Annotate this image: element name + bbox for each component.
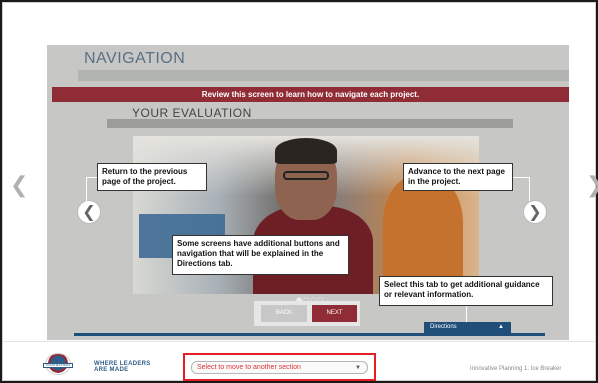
callout-leader-line	[529, 177, 530, 201]
slide-previous-button[interactable]: ❮	[77, 200, 101, 224]
callout-directions-info: Some screens have additional buttons and…	[172, 235, 349, 275]
course-label: Innovative Planning 1: Ice Breaker	[470, 366, 562, 372]
section-divider	[107, 119, 513, 128]
back-button[interactable]: BACK	[261, 305, 307, 322]
callout-previous: Return to the previous page of the proje…	[97, 163, 207, 191]
directions-tab-label: Directions	[430, 324, 457, 330]
callout-leader-line	[513, 177, 529, 178]
tagline-line-2: ARE MADE	[94, 367, 129, 373]
section-select-highlight: Select to move to another section ▼	[183, 353, 376, 381]
photo-person-hair	[275, 138, 337, 164]
instruction-banner: Review this screen to learn how to navig…	[52, 87, 569, 102]
section-select-value: Select to move to another section	[197, 364, 301, 371]
slide-next-button[interactable]: ❯	[523, 200, 547, 224]
callout-tab-info: Select this tab to get additional guidan…	[379, 276, 553, 306]
caret-up-icon: ▲	[498, 324, 504, 330]
outer-next-arrow-icon[interactable]: ❯	[586, 173, 598, 198]
chevron-down-icon: ▼	[355, 365, 361, 371]
title-divider	[78, 70, 569, 81]
outer-previous-arrow-icon[interactable]: ❮	[10, 173, 28, 198]
section-title: YOUR EVALUATION	[132, 106, 252, 120]
photo-person-glasses	[283, 171, 329, 180]
page-title: NAVIGATION	[84, 50, 186, 67]
callout-leader-line	[86, 177, 87, 203]
callout-next: Advance to the next page in the project.	[403, 163, 513, 191]
tagline: WHERE LEADERS ARE MADE	[94, 361, 151, 373]
callout-leader-line	[86, 177, 97, 178]
directions-tab[interactable]: Directions ▲	[424, 322, 511, 333]
logo-band: TOASTMASTERS	[43, 363, 73, 368]
callout-leader-line	[466, 306, 467, 323]
directions-bar	[74, 333, 545, 336]
next-button[interactable]: NEXT	[312, 305, 357, 322]
section-select[interactable]: Select to move to another section ▼	[191, 361, 368, 374]
